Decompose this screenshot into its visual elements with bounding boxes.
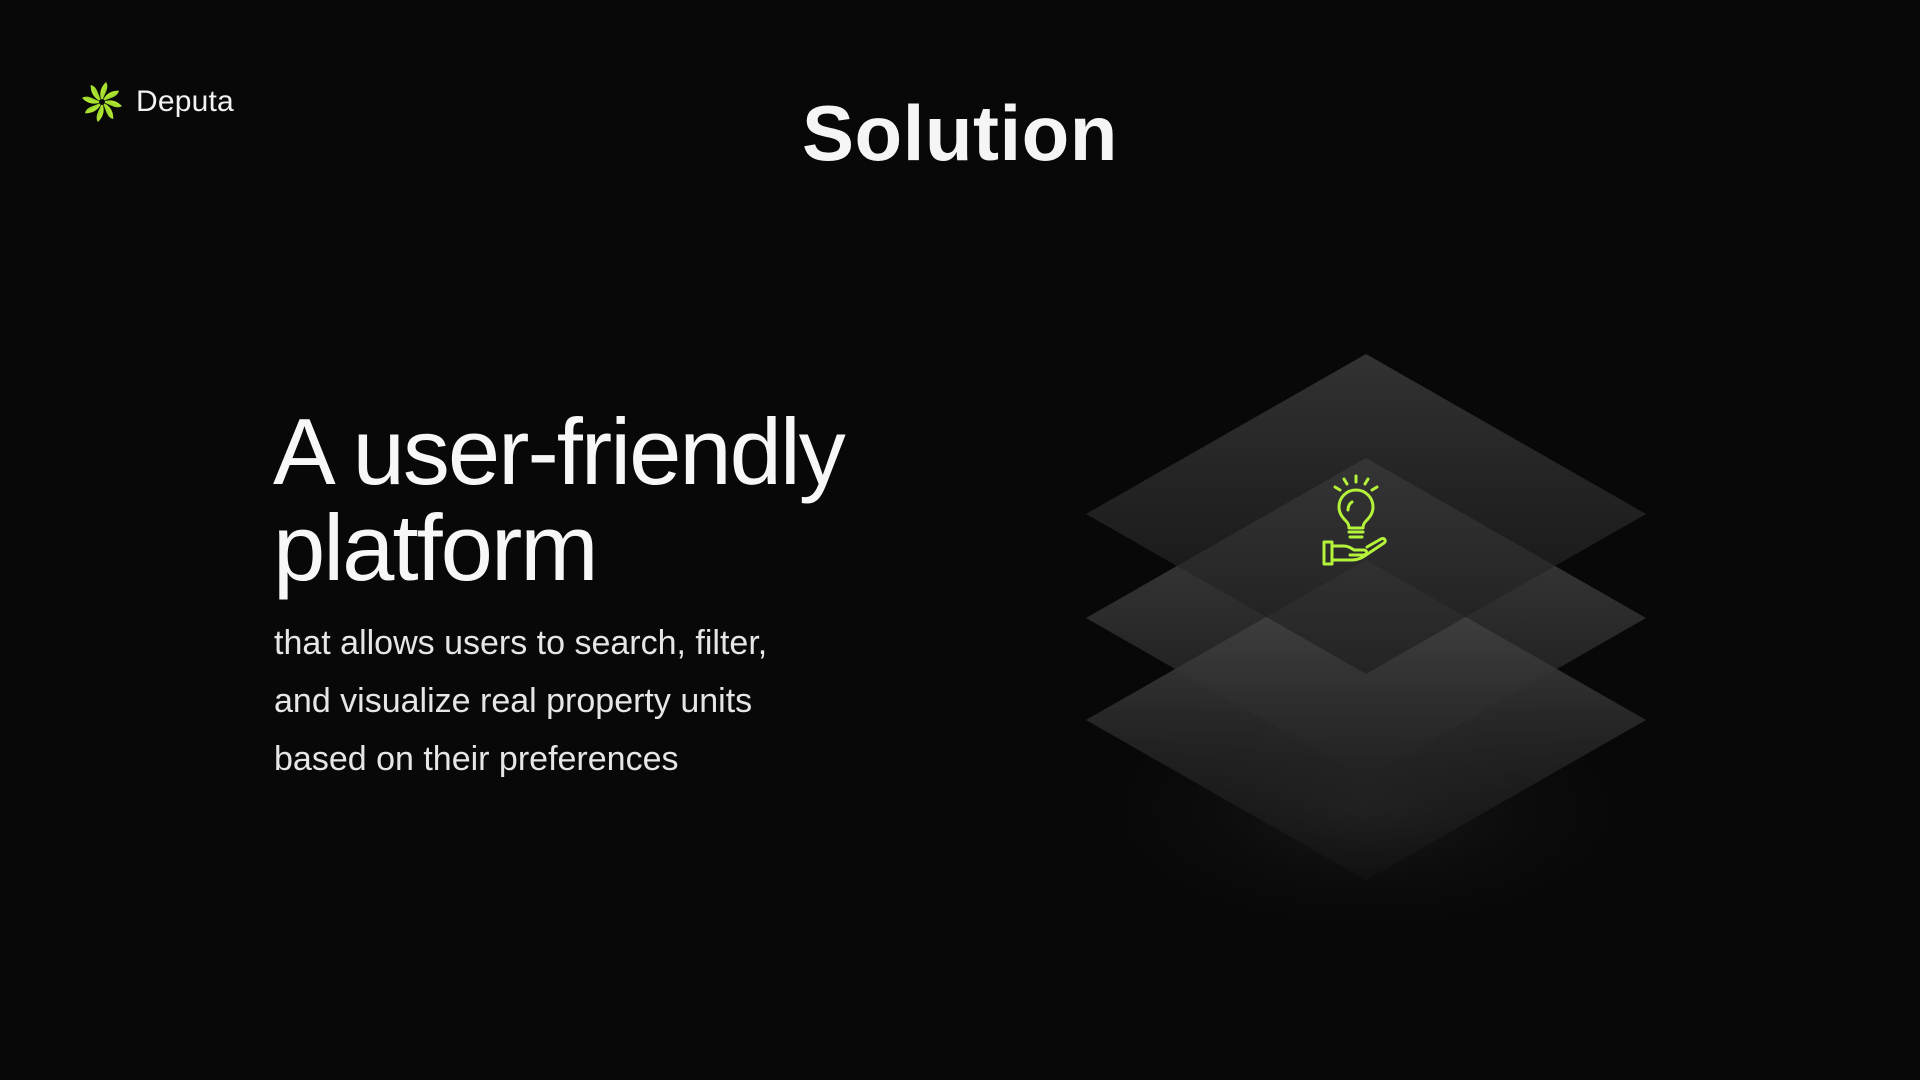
headline: A user-friendly platform [273, 404, 973, 596]
headline-line: A user-friendly [273, 399, 846, 504]
slide-title: Solution [802, 89, 1118, 177]
body-line: based on their preferences [274, 740, 679, 778]
slide: Deputa Solution A user-friendly platform… [0, 0, 1920, 1080]
body-line: and visualize real property units [274, 682, 753, 720]
body-copy: that allows users to search, filter, and… [274, 614, 874, 788]
headline-line: platform [273, 495, 599, 600]
layered-platform-illustration [1066, 354, 1666, 940]
body-line: that allows users to search, filter, [274, 624, 768, 662]
